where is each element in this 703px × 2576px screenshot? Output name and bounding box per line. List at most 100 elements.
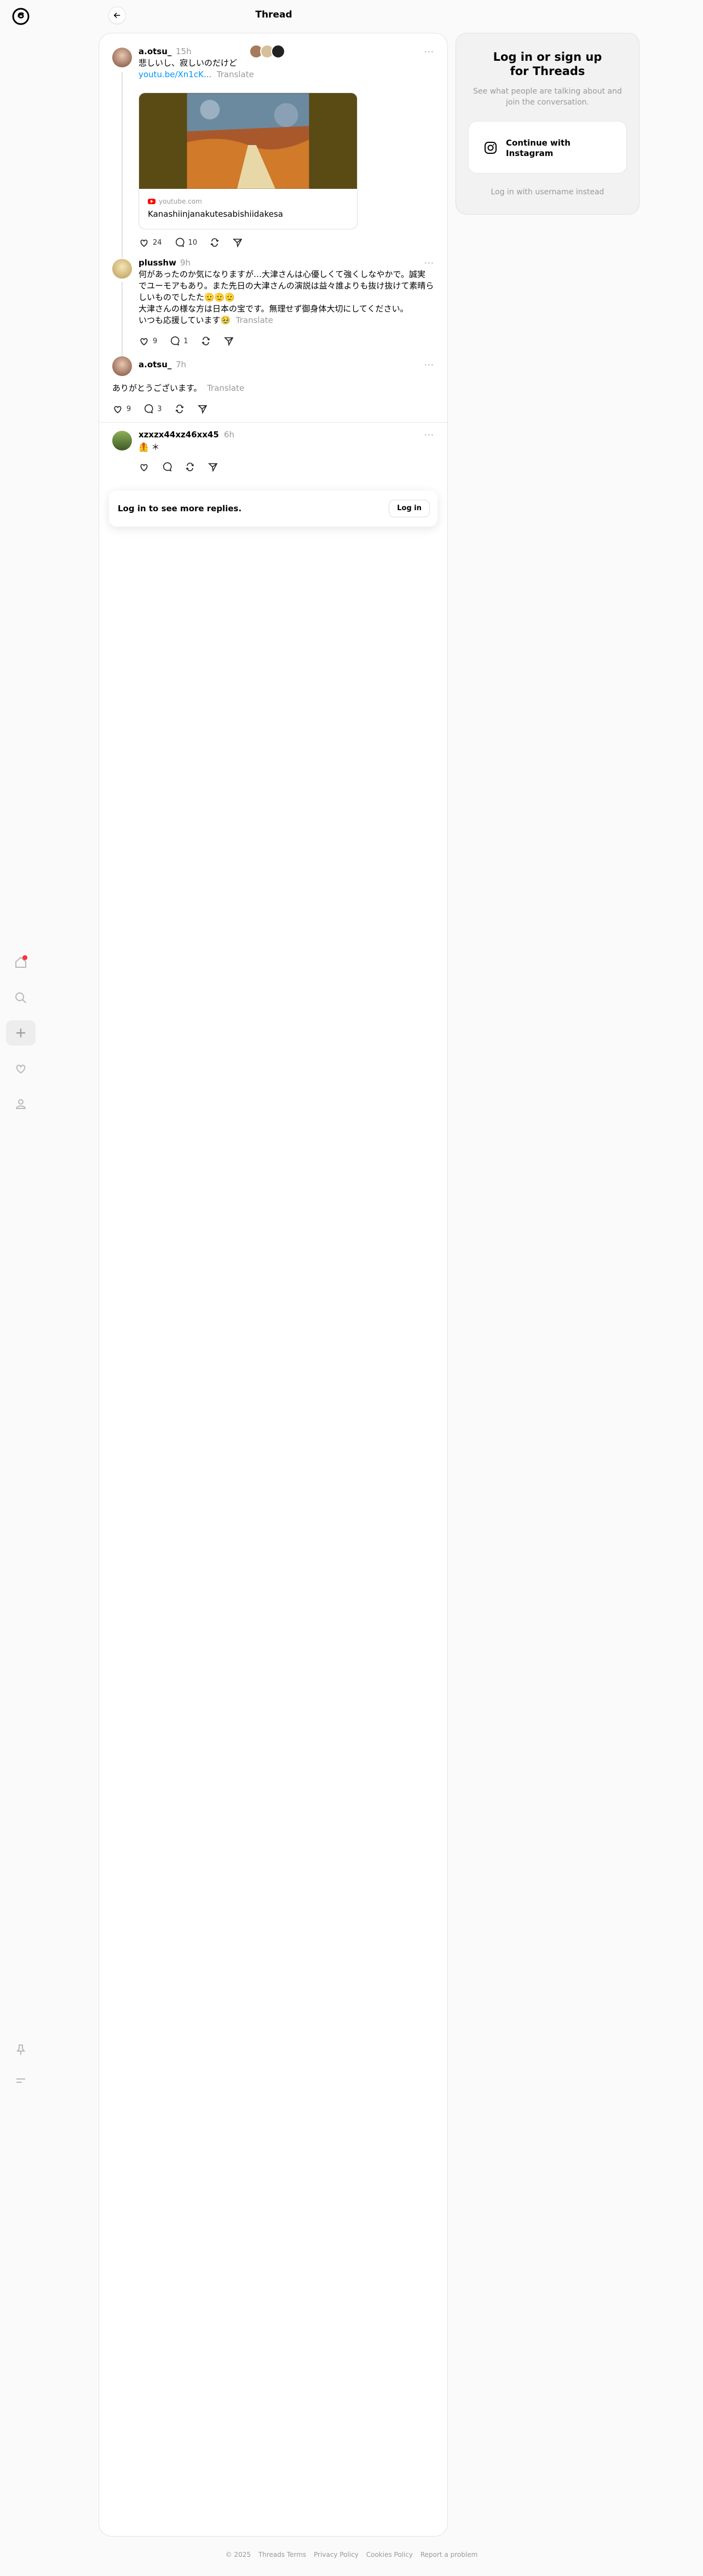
notification-dot bbox=[22, 955, 27, 960]
repost-button[interactable] bbox=[209, 237, 220, 248]
heart-icon bbox=[140, 338, 148, 345]
pin-button[interactable] bbox=[6, 2037, 36, 2063]
login-prompt-bar: Log in to see more replies. Log in bbox=[109, 490, 437, 527]
divider bbox=[99, 422, 447, 423]
reply-author[interactable]: plusshw bbox=[139, 258, 176, 268]
home-button[interactable] bbox=[6, 950, 36, 975]
like-button[interactable]: 9 bbox=[139, 336, 157, 346]
share-button[interactable] bbox=[232, 237, 243, 248]
more-options-icon[interactable]: ··· bbox=[424, 430, 434, 440]
post-actions: 24 10 bbox=[139, 237, 243, 248]
share-button[interactable] bbox=[197, 403, 208, 414]
profile-icon bbox=[15, 1099, 26, 1109]
reply-post: xzxzx44xz46xx45 6h ··· 🦺 ＊ bbox=[99, 429, 447, 483]
author-avatar[interactable] bbox=[112, 48, 132, 67]
plus-icon bbox=[16, 1029, 25, 1037]
post-author[interactable]: a.otsu_ bbox=[139, 47, 171, 56]
translate-link[interactable]: Translate bbox=[236, 315, 273, 325]
heart-icon bbox=[140, 239, 148, 247]
more-options-icon[interactable]: ··· bbox=[424, 258, 434, 268]
post-link[interactable]: youtu.be/Xn1cK... bbox=[139, 70, 211, 79]
post-time: 15h bbox=[176, 47, 192, 56]
login-button[interactable]: Log in bbox=[389, 500, 430, 517]
reply-actions bbox=[139, 461, 218, 472]
page-title: Thread bbox=[255, 9, 292, 20]
continue-with-instagram-button[interactable]: Continue with Instagram bbox=[468, 121, 627, 174]
instagram-button-label: Continue with Instagram bbox=[506, 138, 571, 158]
card-title: Kanashiinjanakutesabishiidakesa bbox=[148, 209, 283, 219]
menu-icon bbox=[16, 2078, 25, 2083]
reply-button[interactable]: 3 bbox=[143, 403, 162, 414]
youtube-icon bbox=[148, 199, 155, 204]
create-button[interactable] bbox=[6, 1020, 36, 1046]
repost-icon bbox=[210, 238, 219, 247]
repost-icon bbox=[186, 463, 194, 471]
thread-line bbox=[122, 72, 123, 258]
repost-button[interactable] bbox=[174, 403, 185, 414]
link-preview-card[interactable]: youtube.com Kanashiinjanakutesabishiidak… bbox=[139, 93, 358, 229]
thread-feed: a.otsu_ 15h ··· 悲しいし、寂しいのだけど youtu.be/Xn… bbox=[99, 33, 448, 2537]
reply-button[interactable]: 1 bbox=[169, 336, 188, 346]
author-avatar[interactable] bbox=[112, 259, 132, 279]
reply-author[interactable]: xzxzx44xz46xx45 bbox=[139, 430, 219, 440]
reply-button[interactable]: 10 bbox=[174, 237, 197, 248]
report-link[interactable]: Report a problem bbox=[420, 2551, 477, 2558]
comment-icon bbox=[171, 336, 180, 346]
thumbnail-image bbox=[139, 93, 357, 189]
send-icon bbox=[233, 239, 243, 248]
comment-icon bbox=[145, 404, 153, 414]
main-post: a.otsu_ 15h ··· 悲しいし、寂しいのだけど youtu.be/Xn… bbox=[99, 33, 447, 263]
copyright: © 2025 bbox=[225, 2551, 251, 2558]
reply-time: 9h bbox=[180, 258, 191, 268]
card-source: youtube.com bbox=[148, 198, 202, 205]
share-button[interactable] bbox=[223, 336, 234, 346]
share-button[interactable] bbox=[208, 461, 218, 472]
reply-body: 🦺 ＊ bbox=[139, 442, 160, 452]
reply-actions: 9 1 bbox=[139, 336, 234, 346]
username-login-link[interactable]: Log in with username instead bbox=[456, 188, 639, 197]
threads-logo-icon[interactable] bbox=[11, 7, 31, 26]
reply-button[interactable] bbox=[162, 461, 172, 472]
panel-title: Log in or sign up for Threads bbox=[493, 50, 602, 78]
footer: © 2025 Threads Terms Privacy Policy Cook… bbox=[0, 2551, 703, 2558]
privacy-link[interactable]: Privacy Policy bbox=[314, 2551, 359, 2558]
send-icon bbox=[208, 463, 218, 472]
translate-link[interactable]: Translate bbox=[207, 383, 244, 393]
menu-button[interactable] bbox=[6, 2068, 36, 2093]
reply-body: 何があったのか気になりますが…大津さんは心優しくて強くしなやかで。誠実 でユーモ… bbox=[139, 269, 434, 325]
repost-button[interactable] bbox=[200, 336, 211, 346]
post-body: 悲しいし、寂しいのだけど youtu.be/Xn1cK... Translate bbox=[139, 57, 254, 80]
reply-author[interactable]: a.otsu_ bbox=[139, 360, 171, 369]
panel-subtitle: See what people are talking about and jo… bbox=[473, 87, 622, 107]
repost-icon bbox=[175, 405, 184, 413]
like-button[interactable] bbox=[139, 461, 149, 472]
comment-icon bbox=[163, 462, 172, 472]
terms-link[interactable]: Threads Terms bbox=[258, 2551, 306, 2558]
send-icon bbox=[223, 337, 233, 346]
reply-post: a.otsu_ 7h ··· ありがとうございます。 Translate 9 3 bbox=[99, 355, 447, 415]
author-avatar[interactable] bbox=[112, 431, 132, 450]
comment-icon bbox=[175, 238, 185, 247]
more-options-icon[interactable]: ··· bbox=[424, 47, 434, 57]
repost-icon bbox=[201, 337, 210, 345]
author-avatar[interactable] bbox=[112, 356, 132, 376]
search-icon bbox=[15, 992, 26, 1003]
participant-avatars bbox=[249, 44, 285, 61]
reply-actions: 9 3 bbox=[112, 403, 208, 414]
left-nav-rail bbox=[0, 0, 42, 2576]
cookies-link[interactable]: Cookies Policy bbox=[366, 2551, 413, 2558]
translate-link[interactable]: Translate bbox=[217, 70, 254, 79]
activity-button[interactable] bbox=[6, 1056, 36, 1081]
like-button[interactable]: 9 bbox=[112, 403, 131, 414]
participant-avatar bbox=[271, 44, 285, 59]
like-button[interactable]: 24 bbox=[139, 237, 162, 248]
reply-body: ありがとうございます。 Translate bbox=[112, 383, 245, 393]
pin-icon bbox=[16, 2044, 25, 2055]
heart-icon bbox=[140, 464, 148, 471]
search-button[interactable] bbox=[6, 985, 36, 1010]
reply-time: 6h bbox=[224, 430, 235, 440]
profile-button[interactable] bbox=[6, 1091, 36, 1117]
more-options-icon[interactable]: ··· bbox=[424, 360, 434, 370]
video-thumbnail bbox=[139, 93, 357, 189]
repost-button[interactable] bbox=[185, 461, 195, 472]
